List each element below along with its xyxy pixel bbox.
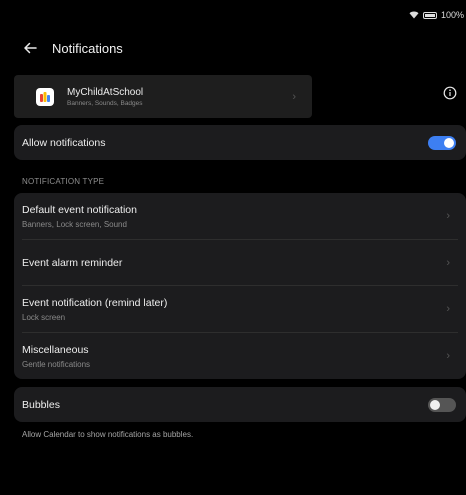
app-card[interactable]: MyChildAtSchool Banners, Sounds, Badges … <box>14 75 312 118</box>
bubbles-note: Allow Calendar to show notifications as … <box>22 430 194 439</box>
app-subtitle: Banners, Sounds, Badges <box>67 99 143 107</box>
allow-notifications-toggle[interactable] <box>428 135 456 150</box>
battery-level: 100% <box>440 10 464 20</box>
wifi-icon <box>409 11 419 19</box>
header: Notifications <box>22 40 123 56</box>
status-bar: 100% <box>409 10 464 20</box>
chevron-right-icon: › <box>446 303 450 315</box>
list-item-title: Default event notification <box>22 203 137 216</box>
battery-icon <box>422 11 437 19</box>
list-item-event-alarm[interactable]: Event alarm reminder › <box>14 240 466 285</box>
chevron-right-icon: › <box>446 210 450 222</box>
list-item-subtitle: Banners, Lock screen, Sound <box>22 219 127 229</box>
list-item-title: Event alarm reminder <box>22 256 123 269</box>
list-item-miscellaneous[interactable]: Miscellaneous Gentle notifications › <box>14 333 466 379</box>
list-item-subtitle: Lock screen <box>22 312 66 322</box>
section-label: NOTIFICATION TYPE <box>22 177 105 186</box>
bubbles-toggle[interactable] <box>428 397 456 412</box>
app-name: MyChildAtSchool <box>67 86 144 98</box>
back-arrow-icon[interactable] <box>22 40 38 56</box>
bubbles-panel: Bubbles <box>14 387 466 422</box>
list-item-remind-later[interactable]: Event notification (remind later) Lock s… <box>14 286 466 332</box>
list-item-subtitle: Gentle notifications <box>22 359 91 369</box>
info-icon[interactable] <box>443 86 457 100</box>
chevron-right-icon: › <box>292 90 296 103</box>
notification-type-list: Default event notification Banners, Lock… <box>14 193 466 379</box>
chevron-right-icon: › <box>446 350 450 362</box>
allow-notifications-label: Allow notifications <box>22 136 106 149</box>
chevron-right-icon: › <box>446 256 450 269</box>
app-logo-icon <box>36 87 54 106</box>
bubbles-row[interactable]: Bubbles <box>14 387 466 422</box>
allow-notifications-row[interactable]: Allow notifications <box>14 125 466 160</box>
list-item-title: Miscellaneous <box>22 343 89 356</box>
allow-notifications-panel: Allow notifications <box>14 125 466 160</box>
list-item-default-event[interactable]: Default event notification Banners, Lock… <box>14 193 466 239</box>
list-item-title: Event notification (remind later) <box>22 296 168 309</box>
page-title: Notifications <box>52 40 123 56</box>
bubbles-label: Bubbles <box>22 398 60 411</box>
